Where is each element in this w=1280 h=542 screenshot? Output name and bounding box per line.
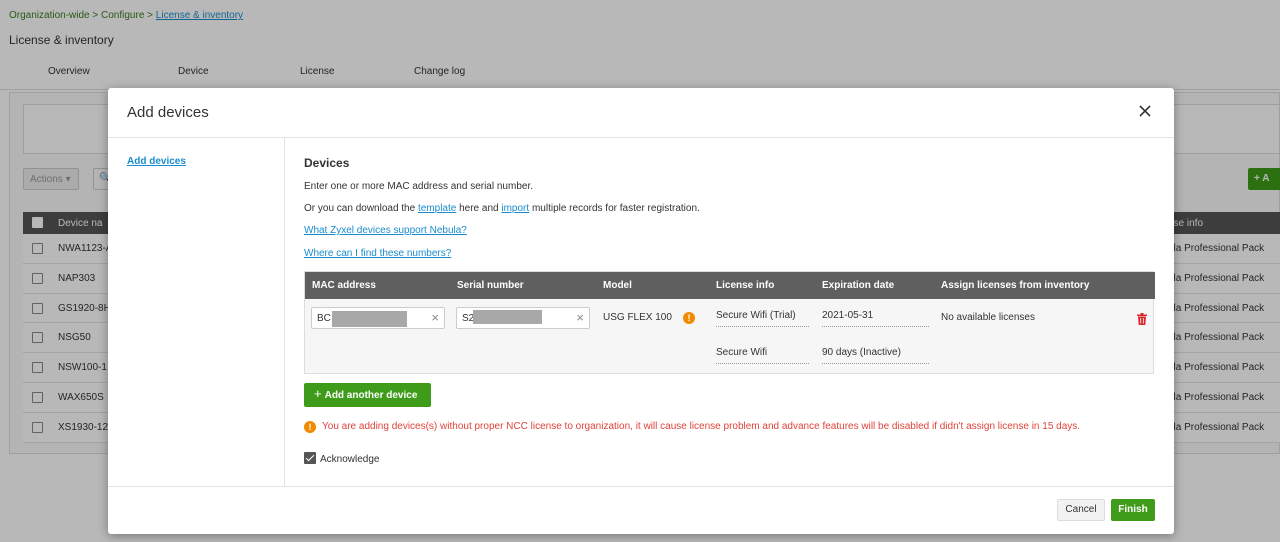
header-serial-number: Serial number	[457, 280, 524, 291]
modal-side-nav: Add devices	[108, 138, 285, 486]
mac-address-field[interactable]: BC ×	[311, 307, 445, 329]
modal-content: Devices Enter one or more MAC address an…	[304, 138, 1155, 486]
clear-serial-icon[interactable]: ×	[576, 311, 584, 325]
license-warning: ! You are adding devices(s) without prope…	[304, 420, 1144, 434]
download-suffix: multiple records for faster registration…	[529, 203, 700, 214]
download-mid: here and	[456, 203, 502, 214]
serial-number-field[interactable]: S2 ×	[456, 307, 590, 329]
add-another-device-label: Add another device	[324, 390, 418, 401]
add-another-device-button[interactable]: + Add another device	[304, 383, 431, 407]
import-link[interactable]: import	[501, 203, 529, 214]
redacted-mask	[473, 310, 542, 324]
header-mac-address: MAC address	[312, 280, 376, 291]
side-nav-add-devices[interactable]: Add devices	[127, 156, 186, 167]
expiration-trial: 2021-05-31	[822, 310, 929, 327]
license-info-secure-wifi: Secure Wifi	[716, 347, 809, 364]
acknowledge-checkbox[interactable]	[304, 452, 316, 464]
template-link[interactable]: template	[418, 203, 456, 214]
download-text: Or you can download the template here an…	[304, 203, 700, 214]
clear-mac-icon[interactable]: ×	[431, 311, 439, 325]
section-title: Devices	[304, 156, 350, 170]
model-value: USG FLEX 100	[603, 312, 672, 323]
supported-devices-link[interactable]: What Zyxel devices support Nebula?	[304, 225, 467, 236]
modal-title: Add devices	[127, 104, 209, 121]
devices-table: MAC address Serial number Model License …	[304, 271, 1155, 374]
license-warning-text: You are adding devices(s) without proper…	[322, 421, 1081, 432]
add-devices-modal: Add devices Add devices Devices Enter on…	[108, 88, 1174, 534]
modal-footer: Cancel Finish	[108, 486, 1174, 534]
devices-table-header: MAC address Serial number Model License …	[305, 272, 1155, 299]
assign-licenses-value: No available licenses	[941, 312, 1035, 323]
header-assign-licenses: Assign licenses from inventory	[941, 280, 1090, 291]
header-model: Model	[603, 280, 632, 291]
intro-text: Enter one or more MAC address and serial…	[304, 181, 533, 192]
acknowledge-row: Acknowledge	[304, 452, 379, 465]
finish-button[interactable]: Finish	[1111, 499, 1155, 521]
close-icon[interactable]	[1137, 103, 1153, 119]
license-info-trial: Secure Wifi (Trial)	[716, 310, 809, 327]
cancel-button[interactable]: Cancel	[1057, 499, 1105, 521]
trash-icon[interactable]	[1137, 313, 1147, 325]
acknowledge-label[interactable]: Acknowledge	[320, 454, 379, 465]
redacted-mask	[332, 311, 407, 327]
warning-icon: !	[304, 421, 316, 433]
plus-icon: +	[314, 386, 322, 401]
warning-icon[interactable]: !	[683, 312, 695, 324]
modal-header: Add devices	[108, 88, 1174, 138]
download-prefix: Or you can download the	[304, 203, 418, 214]
find-numbers-link[interactable]: Where can I find these numbers?	[304, 248, 451, 259]
header-expiration-date: Expiration date	[822, 280, 895, 291]
mac-address-value: BC	[317, 313, 331, 324]
expiration-inactive: 90 days (Inactive)	[822, 347, 929, 364]
header-license-info: License info	[716, 280, 775, 291]
